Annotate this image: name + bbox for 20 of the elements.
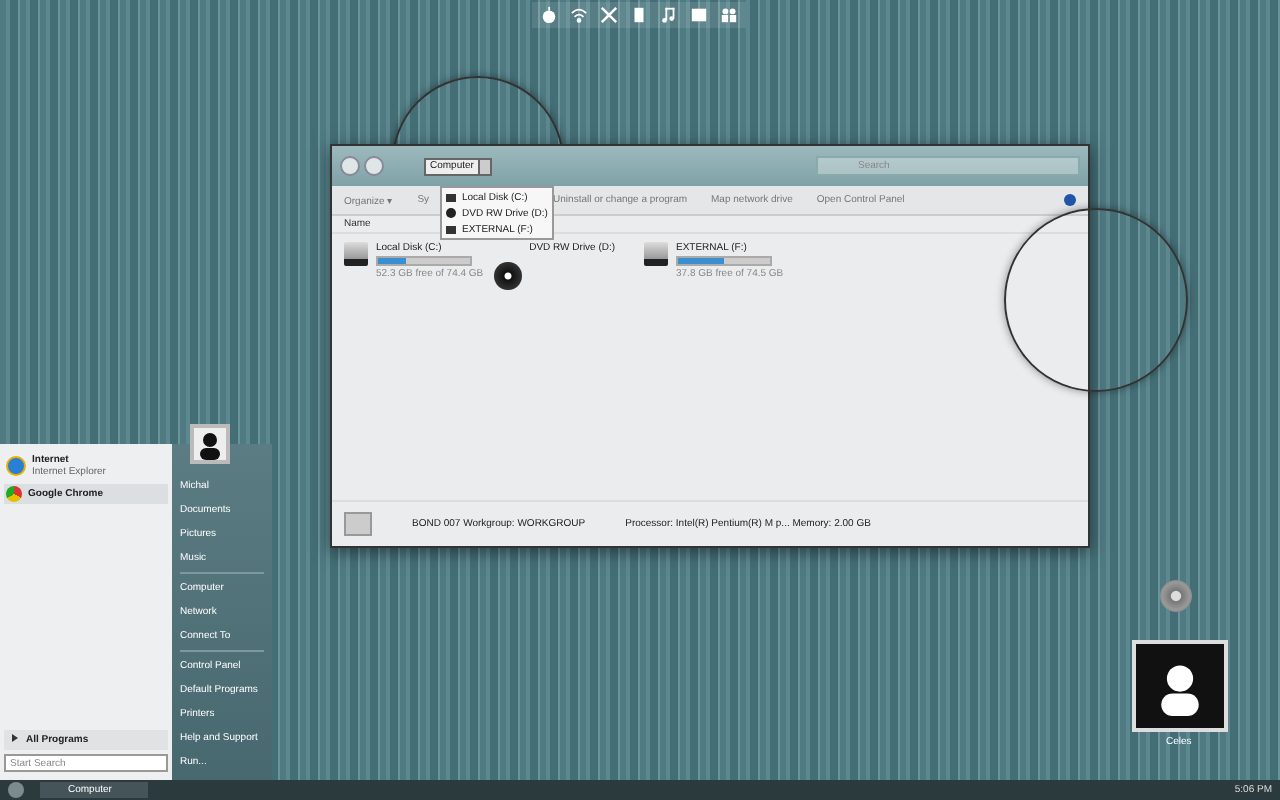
hard-drive-icon <box>644 242 668 266</box>
tools-icon[interactable] <box>600 6 618 24</box>
user-tile[interactable] <box>1132 640 1228 732</box>
circle-logo-icon <box>6 486 22 502</box>
disc-icon <box>494 262 522 290</box>
user-avatar[interactable] <box>190 424 230 464</box>
hard-drive-icon <box>344 242 368 266</box>
back-button[interactable] <box>340 156 360 176</box>
person-silhouette-icon <box>194 428 226 460</box>
disc-icon <box>446 208 456 218</box>
help-icon[interactable] <box>1064 194 1076 206</box>
hard-drive-icon <box>446 225 456 233</box>
start-button[interactable] <box>8 782 24 798</box>
music-icon[interactable] <box>660 6 678 24</box>
people-icon[interactable] <box>720 6 738 24</box>
forward-button[interactable] <box>364 156 384 176</box>
hard-drive-icon <box>446 193 456 201</box>
wifi-icon[interactable] <box>570 6 588 24</box>
triangle-icon <box>12 734 18 742</box>
computer-icon <box>344 512 372 536</box>
